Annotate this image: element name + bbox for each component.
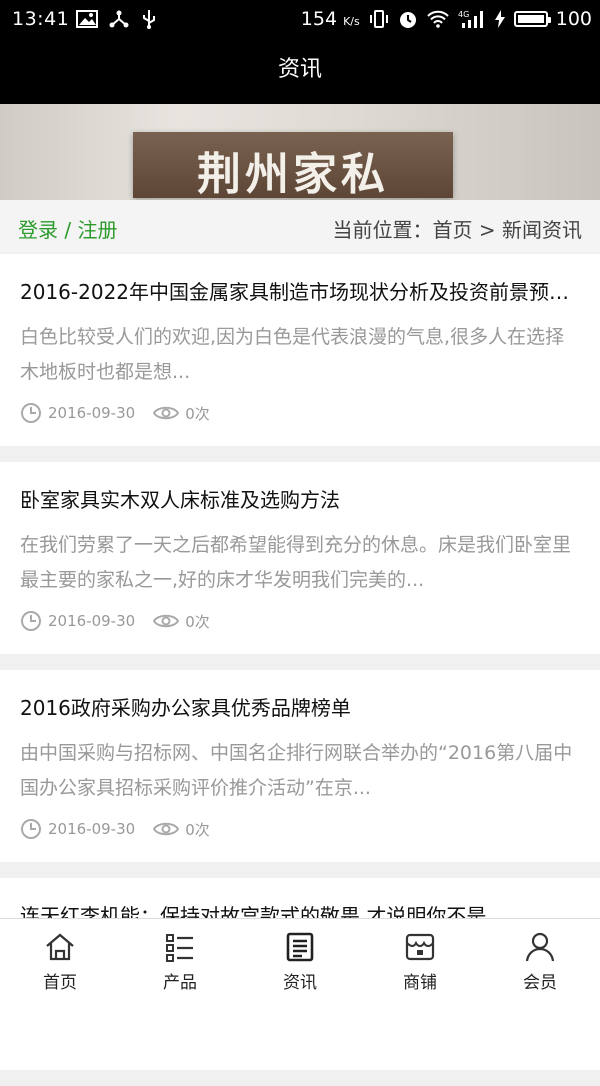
charging-icon <box>494 10 505 28</box>
article-summary: 白色比较受人们的欢迎,因为白色是代表浪漫的气息,很多人在选择木地板时也都是想..… <box>20 326 565 383</box>
page-header: 资讯 <box>0 38 600 104</box>
clock-icon <box>21 611 41 631</box>
eye-icon <box>153 614 180 628</box>
article-title[interactable]: 2016-2022年中国金属家具制造市场现状分析及投资前景预测报告 <box>20 276 582 305</box>
signal-4g-icon: 4G <box>458 10 483 28</box>
banner-plaque: 荆州家私 <box>133 132 453 200</box>
wifi-icon <box>427 10 449 28</box>
article-item[interactable]: 2016-2022年中国金属家具制造市场现状分析及投资前景预测报告 白色比较受人… <box>0 254 600 446</box>
tab-home-label: 首页 <box>43 973 77 993</box>
article-title[interactable]: 卧室家具实木双人床标准及选购方法 <box>20 484 582 513</box>
status-right: 154 K/s 4G 100 <box>301 8 592 30</box>
eye-icon <box>153 822 180 836</box>
share-icon <box>109 10 129 28</box>
status-time: 13:41 <box>12 8 70 30</box>
article-date: 2016-09-30 <box>48 404 136 422</box>
article-meta: 2016-09-30 0次 <box>20 402 210 424</box>
tab-member-label: 会员 <box>523 973 557 993</box>
login-register: 登录 / 注册 <box>18 214 117 243</box>
location-bar: 登录 / 注册 当前位置：首页 > 新闻资讯 <box>0 200 600 252</box>
article-views: 0次 <box>185 612 210 631</box>
article-meta: 2016-09-30 0次 <box>20 818 210 840</box>
tab-news-label: 资讯 <box>283 973 317 993</box>
clock-icon <box>21 819 41 839</box>
eye-icon <box>153 406 180 420</box>
battery-icon <box>513 11 551 27</box>
network-speed: 154 K/s <box>300 8 360 30</box>
svg-text:4G: 4G <box>458 10 469 19</box>
register-link[interactable]: 注册 <box>77 218 117 242</box>
tab-store[interactable]: 商铺 <box>360 919 480 1001</box>
article-item[interactable]: 卧室家具实木双人床标准及选购方法 在我们劳累了一天之后都希望能得到充分的休息。床… <box>0 462 600 654</box>
tab-news[interactable]: 资讯 <box>240 919 360 1001</box>
usb-icon <box>143 10 155 29</box>
article-date: 2016-09-30 <box>48 612 136 630</box>
banner: 荆州家私 <box>0 104 600 200</box>
list-icon <box>166 934 193 962</box>
tab-store-label: 商铺 <box>403 973 437 993</box>
bottom-tab-bar: 首页 产品 资讯 商铺 会员 <box>0 918 600 1001</box>
article-views: 0次 <box>185 820 210 839</box>
article-date: 2016-09-30 <box>48 820 136 838</box>
article-meta: 2016-09-30 0次 <box>20 610 210 632</box>
clock-icon <box>21 403 41 423</box>
login-link[interactable]: 登录 <box>18 218 58 242</box>
page-title: 资讯 <box>277 57 322 82</box>
home-icon <box>46 933 74 961</box>
banner-text: 荆州家私 <box>197 149 389 200</box>
user-icon <box>525 932 555 962</box>
tab-products-label: 产品 <box>163 973 197 993</box>
login-separator: / <box>58 218 78 242</box>
breadcrumb: 当前位置：首页 > 新闻资讯 <box>332 218 582 242</box>
article-summary: 在我们劳累了一天之后都希望能得到充分的休息。床是我们卧室里最主要的家私之一,好的… <box>20 534 572 591</box>
image-icon <box>76 10 98 28</box>
tab-products[interactable]: 产品 <box>120 919 240 1001</box>
vibrate-icon <box>369 10 388 28</box>
article-summary: 由中国采购与招标网、中国名企排行网联合举办的“2016第八届中国办公家具招标采购… <box>20 742 573 799</box>
news-icon <box>286 932 314 962</box>
article-views: 0次 <box>185 404 210 423</box>
battery-level: 100 <box>555 8 592 30</box>
tab-home[interactable]: 首页 <box>0 919 120 1001</box>
store-icon <box>405 933 435 961</box>
status-bar: 13:41 154 K/s 4G 100 <box>0 0 600 38</box>
article-item[interactable]: 2016政府采购办公家具优秀品牌榜单 由中国采购与招标网、中国名企排行网联合举办… <box>0 670 600 862</box>
notification-icons <box>76 9 158 29</box>
article-title[interactable]: 2016政府采购办公家具优秀品牌榜单 <box>20 692 582 721</box>
alarm-icon <box>399 12 416 28</box>
tab-member[interactable]: 会员 <box>480 919 600 1001</box>
